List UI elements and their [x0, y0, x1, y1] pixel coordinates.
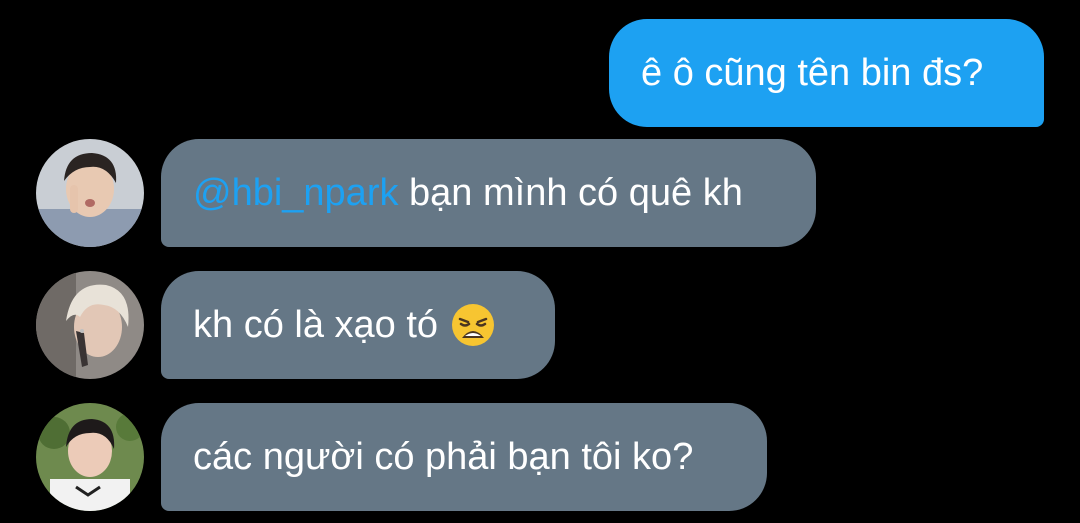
message-text: các người có phải bạn tôi ko? — [193, 436, 694, 478]
message-bubble-outgoing[interactable]: ê ô cũng tên bin đs? — [609, 19, 1044, 127]
avatar[interactable] — [36, 403, 144, 511]
message-text: bạn mình có quê kh — [398, 172, 743, 214]
message-bubble-incoming[interactable]: @hbi_npark bạn mình có quê kh — [161, 139, 816, 247]
user-mention-link[interactable]: @hbi_npark — [193, 174, 398, 212]
weary-face-icon — [450, 302, 496, 348]
avatar[interactable] — [36, 271, 144, 379]
message-text: kh có là xạo tó — [193, 304, 439, 346]
message-bubble-incoming[interactable]: kh có là xạo tó — [161, 271, 555, 379]
message-bubble-incoming[interactable]: các người có phải bạn tôi ko? — [161, 403, 767, 511]
avatar-user-2-image — [36, 271, 144, 379]
avatar-user-1-image — [36, 139, 144, 247]
avatar-user-3-image — [36, 403, 144, 511]
avatar[interactable] — [36, 139, 144, 247]
message-text: ê ô cũng tên bin đs? — [641, 52, 984, 94]
